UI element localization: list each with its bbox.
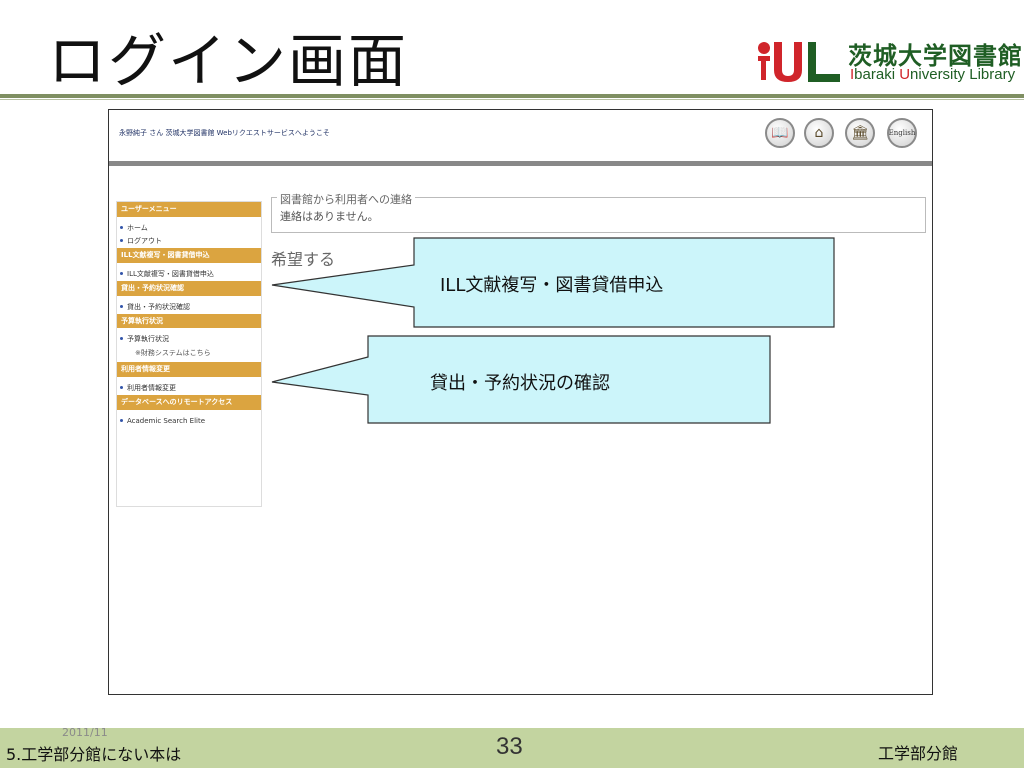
footer-date: 2011/11 [62, 726, 108, 739]
footer-branch-name: 工学部分館 [878, 744, 959, 763]
sidebar-item-budget[interactable]: 予算執行状況 [117, 333, 261, 346]
sidebar-heading-ill: ILL文献複写・図書貸借申込 [117, 247, 261, 263]
sidebar-item-loan[interactable]: 貸出・予約状況確認 [117, 301, 261, 314]
header-bar [109, 161, 932, 166]
notice-box: 図書館から利用者への連絡 連絡はありません。 [271, 191, 926, 233]
sidebar-menu: ユーザーメニュー ホーム ログアウト ILL文献複写・図書貸借申込 ILL文献複… [116, 201, 262, 507]
logo-mark-icon [758, 42, 840, 82]
slide-title: ログイン画面 [48, 27, 409, 95]
sidebar-item-logout[interactable]: ログアウト [117, 235, 261, 248]
sidebar-item-academic-search[interactable]: Academic Search Elite [117, 415, 261, 428]
sidebar-heading-loan: 貸出・予約状況確認 [117, 280, 261, 296]
home-icon[interactable]: ⌂ [804, 118, 834, 148]
callout-ill-label: ILL文献複写・図書貸借申込 [440, 275, 664, 296]
sidebar-note-finance[interactable]: ※財務システムはこちら [117, 346, 261, 362]
sidebar-item-home[interactable]: ホーム [117, 222, 261, 235]
sidebar-heading-user-menu: ユーザーメニュー [117, 202, 261, 217]
title-divider [0, 94, 1024, 98]
title-divider-thin [0, 99, 1024, 100]
book-icon[interactable]: 📖 [765, 118, 795, 148]
page-number: 33 [496, 733, 523, 760]
footer-section-label: 5.工学部分館にない本は [6, 745, 182, 764]
notice-legend: 図書館から利用者への連絡 [277, 191, 415, 207]
notice-text: 連絡はありません。 [280, 210, 379, 223]
welcome-message: 永野純子 さん 茨城大学図書館 Webリクエストサービスへようこそ [119, 129, 330, 137]
sidebar-item-user-info[interactable]: 利用者情報変更 [117, 382, 261, 395]
sidebar-item-ill[interactable]: ILL文献複写・図書貸借申込 [117, 268, 261, 281]
logo-name-en: Ibaraki University Library [850, 66, 1016, 83]
sidebar-heading-budget: 予算執行状況 [117, 313, 261, 329]
library-icon[interactable]: 🏛 [845, 118, 875, 148]
university-library-logo: 茨城大学図書館 Ibaraki University Library [756, 34, 1022, 88]
callout-loan-label: 貸出・予約状況の確認 [430, 373, 610, 394]
sidebar-heading-user-info: 利用者情報変更 [117, 362, 261, 378]
sidebar-heading-remote: データベースへのリモートアクセス [117, 395, 261, 411]
english-icon[interactable]: English [887, 118, 917, 148]
